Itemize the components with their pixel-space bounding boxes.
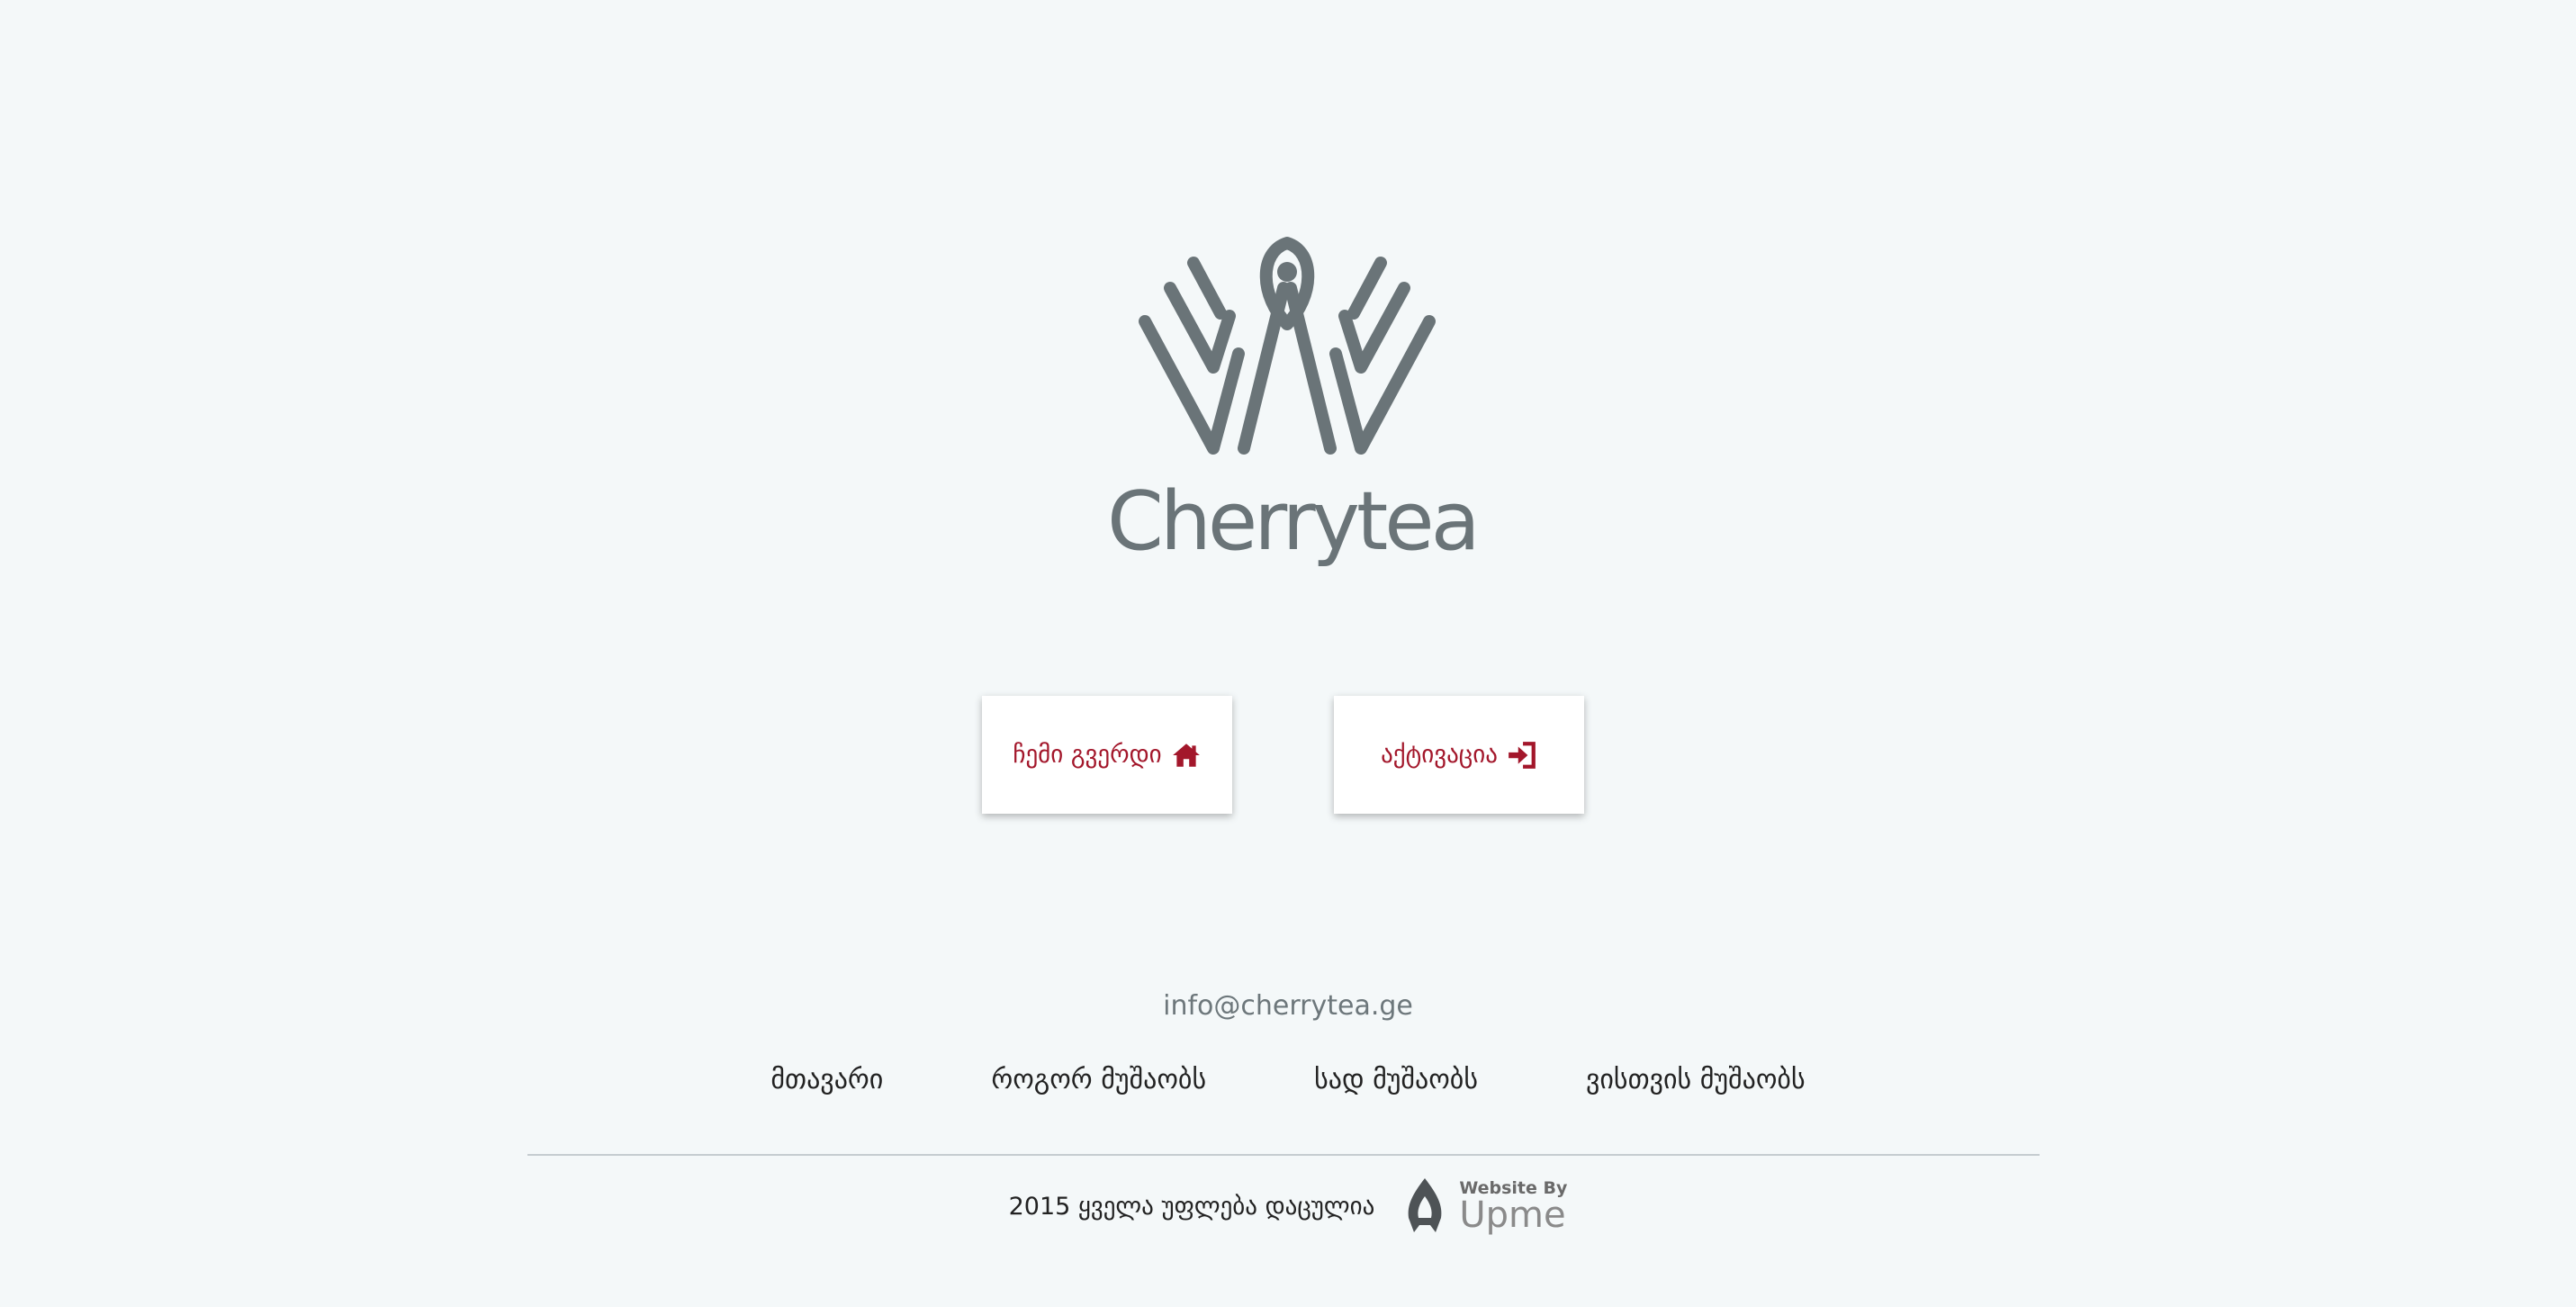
upme-logo-icon <box>1408 1178 1442 1232</box>
home-icon <box>1172 743 1200 767</box>
upme-credit-link[interactable]: Website By Upme <box>1401 1175 1567 1238</box>
brand-wordmark: Cherrytea <box>1107 474 1481 569</box>
cherrytea-logo-icon <box>1107 216 1467 477</box>
footer-nav: მთავარი როგორ მუშაობს სად მუშაობს ვისთვი… <box>0 1064 2576 1095</box>
nav-item-home[interactable]: მთავარი <box>770 1064 883 1095</box>
my-page-button[interactable]: ჩემი გვერდი <box>982 696 1232 814</box>
copyright-text: 2015 ყველა უფლება დაცულია <box>1008 1192 1375 1221</box>
nav-item-who-it-works-for[interactable]: ვისთვის მუშაობს <box>1586 1064 1806 1095</box>
my-page-button-label: ჩემი გვერდი <box>1013 741 1162 769</box>
sign-in-icon <box>1509 741 1536 769</box>
nav-item-where-it-works[interactable]: სად მუშაობს <box>1314 1064 1478 1095</box>
upme-credit-brand: Upme <box>1459 1194 1566 1236</box>
footer-bar: 2015 ყველა უფლება დაცულია Website By Upm… <box>0 1175 2576 1238</box>
contact-email[interactable]: info@cherrytea.ge <box>0 990 2576 1022</box>
footer-divider <box>527 1154 2040 1156</box>
nav-item-how-it-works[interactable]: როგორ მუშაობს <box>991 1064 1206 1095</box>
activation-button-label: აქტივაცია <box>1381 741 1498 769</box>
activation-button[interactable]: აქტივაცია <box>1334 696 1584 814</box>
